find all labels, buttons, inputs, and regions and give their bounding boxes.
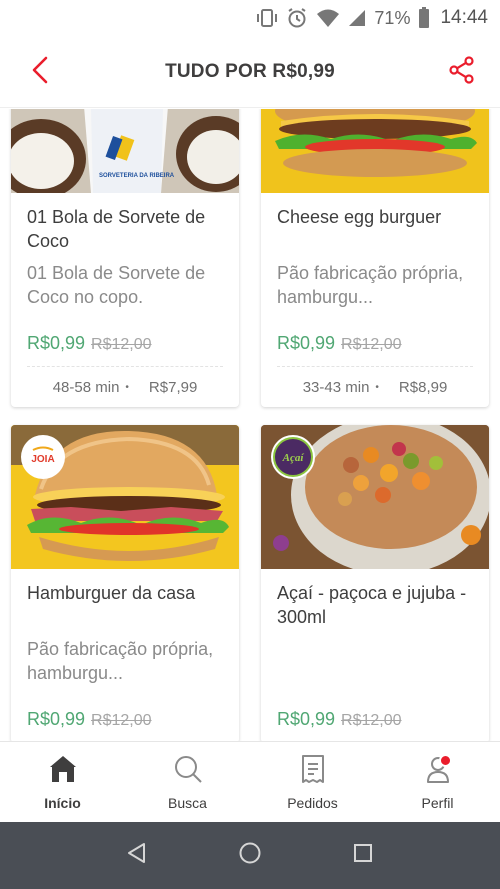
product-photo: Açaí xyxy=(261,425,489,569)
product-grid: SORVETERIA DA RIBEIRA 01 Bola de Sorvete… xyxy=(0,109,500,741)
product-photo: JOIA xyxy=(11,425,239,569)
notification-badge xyxy=(439,754,452,767)
product-old-price: R$12,00 xyxy=(91,712,152,729)
nav-item-busca[interactable]: Busca xyxy=(125,742,250,822)
app-header: TUDO POR R$0,99 xyxy=(0,36,500,108)
product-old-price: R$12,00 xyxy=(341,712,402,729)
product-card[interactable]: SORVETERIA DA RIBEIRA 01 Bola de Sorvete… xyxy=(11,109,239,407)
product-price: R$0,99 xyxy=(277,333,336,353)
search-icon xyxy=(173,754,203,789)
svg-text:SORVETERIA DA RIBEIRA: SORVETERIA DA RIBEIRA xyxy=(99,173,175,179)
product-old-price: R$12,00 xyxy=(341,336,402,353)
nav-label: Pedidos xyxy=(287,794,338,811)
recents-square-icon xyxy=(352,842,374,869)
product-photo: SORVETERIA DA RIBEIRA xyxy=(11,109,239,193)
receipt-icon xyxy=(300,754,326,789)
chevron-left-icon xyxy=(30,56,50,89)
delivery-time: 33-43 min xyxy=(302,378,370,396)
delivery-info: 33-43 min • R$8,99 xyxy=(277,367,473,407)
product-photo xyxy=(261,109,489,193)
price-row: R$0,99 R$12,00 xyxy=(277,333,473,367)
alarm-icon xyxy=(286,7,308,29)
android-nav-bar xyxy=(0,822,500,889)
product-card[interactable]: Cheese egg burguer Pão fabricação própri… xyxy=(261,109,489,407)
product-description: Pão fabricação própria, hamburgu... xyxy=(277,263,464,307)
product-price: R$0,99 xyxy=(277,709,336,729)
product-description: 01 Bola de Sorvete de Coco no copo. xyxy=(27,263,206,307)
nav-label: Busca xyxy=(168,794,207,811)
android-home-button[interactable] xyxy=(230,836,270,876)
battery-percent: 71% xyxy=(374,7,411,28)
store-logo: Açaí xyxy=(273,437,313,477)
page-title: TUDO POR R$0,99 xyxy=(165,60,335,82)
delivery-fee: R$7,99 xyxy=(148,378,198,396)
nav-label: Início xyxy=(44,794,81,811)
svg-text:Açaí: Açaí xyxy=(282,452,305,464)
nav-item-perfil[interactable]: Perfil xyxy=(375,742,500,822)
delivery-info: 48-58 min • R$7,99 xyxy=(27,367,223,407)
nav-item-inicio[interactable]: Início xyxy=(0,742,125,822)
android-back-button[interactable] xyxy=(117,836,157,876)
product-name: 01 Bola de Sorvete de Coco xyxy=(27,207,206,251)
home-icon xyxy=(48,754,78,789)
nav-item-pedidos[interactable]: Pedidos xyxy=(250,742,375,822)
nav-label: Perfil xyxy=(421,794,454,811)
battery-icon xyxy=(418,7,430,29)
product-old-price: R$12,00 xyxy=(91,336,152,353)
back-button[interactable] xyxy=(20,52,60,92)
price-row: R$0,99 R$12,00 xyxy=(27,333,223,367)
status-bar: 71% 14:44 xyxy=(0,0,500,36)
delivery-time: 48-58 min xyxy=(52,378,120,396)
vibrate-icon xyxy=(256,7,278,29)
product-card[interactable]: Açaí Açaí - paçoca e jujuba - 300ml R$0,… xyxy=(261,425,489,741)
product-price: R$0,99 xyxy=(27,709,86,729)
share-button[interactable] xyxy=(442,52,482,92)
delivery-fee: R$8,99 xyxy=(398,378,448,396)
product-name: Açaí - paçoca e jujuba - 300ml xyxy=(277,583,467,627)
separator-dot: • xyxy=(375,381,379,393)
price-row: R$0,99 R$12,00 xyxy=(277,709,473,741)
bottom-nav: Início Busca Pedidos Perfil xyxy=(0,741,500,822)
share-icon xyxy=(449,55,475,89)
signal-icon xyxy=(348,9,366,27)
clock: 14:44 xyxy=(440,7,488,28)
store-logo: JOIA xyxy=(23,437,63,477)
wifi-icon xyxy=(316,8,340,28)
svg-text:JOIA: JOIA xyxy=(31,454,54,465)
product-card[interactable]: JOIA Hamburguer da casa Pão fabricação p… xyxy=(11,425,239,741)
product-description xyxy=(277,637,473,689)
price-row: R$0,99 R$12,00 xyxy=(27,709,223,741)
home-circle-icon xyxy=(238,841,262,870)
product-description: Pão fabricação própria, hamburgu... xyxy=(27,639,214,683)
separator-dot: • xyxy=(125,381,129,393)
product-name: Hamburguer da casa xyxy=(27,583,196,603)
product-name: Cheese egg burguer xyxy=(277,207,442,227)
back-triangle-icon xyxy=(126,842,148,869)
product-price: R$0,99 xyxy=(27,333,86,353)
android-recents-button[interactable] xyxy=(343,836,383,876)
